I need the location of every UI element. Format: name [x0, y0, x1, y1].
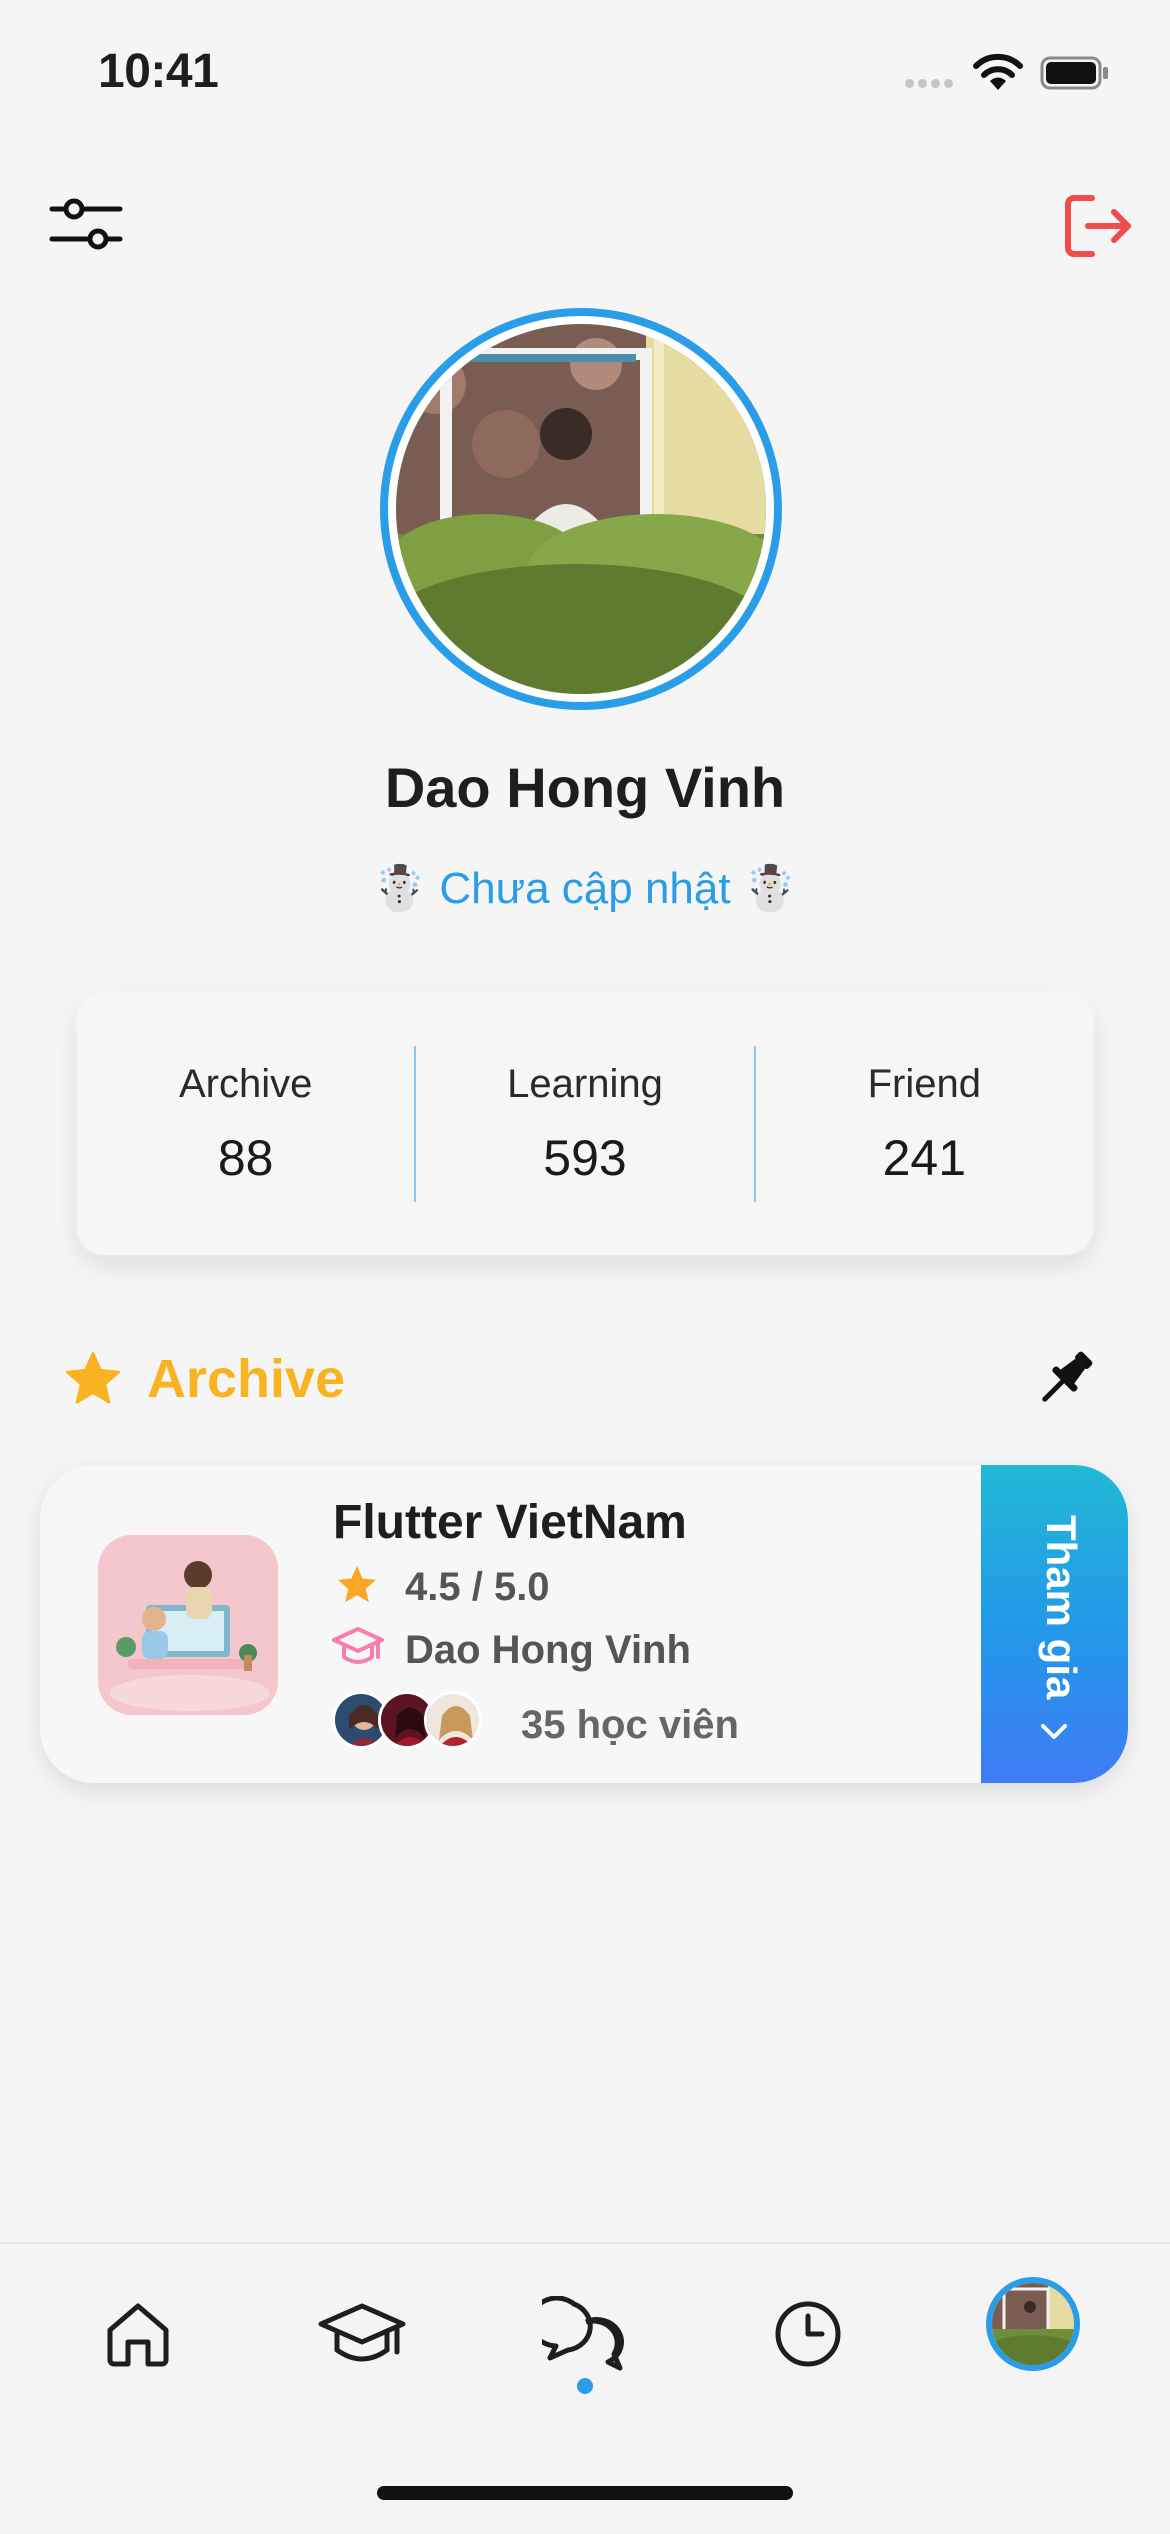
join-label: Tham gia	[1038, 1515, 1085, 1700]
course-title: Flutter VietNam	[333, 1496, 687, 1549]
nav-profile-avatar[interactable]	[986, 2277, 1080, 2371]
stat-friend[interactable]: Friend 241	[756, 993, 1093, 1255]
clock-icon	[775, 2301, 841, 2367]
graduation-cap-icon	[332, 1627, 384, 1664]
chat-bubbles-icon	[542, 2296, 624, 2371]
active-indicator	[577, 2378, 593, 2394]
home-indicator	[377, 2486, 793, 2500]
stat-value: 241	[882, 1129, 967, 1186]
home-icon	[107, 2303, 169, 2367]
course-thumbnail	[98, 1535, 278, 1715]
wifi-icon	[973, 53, 1023, 90]
chevron-down-icon	[1041, 1724, 1067, 1739]
stat-value: 88	[217, 1129, 274, 1186]
nav-courses[interactable]	[312, 2284, 412, 2384]
profile-avatar[interactable]	[380, 308, 782, 710]
course-card[interactable]: Flutter VietNam 4.5 / 5.0 Dao Hong Vinh …	[40, 1465, 1128, 1783]
battery-icon	[1040, 56, 1108, 90]
stat-archive[interactable]: Archive 88	[77, 993, 414, 1255]
logout-icon[interactable]	[1062, 190, 1134, 262]
stats-card: Archive 88 Learning 593 Friend 241	[77, 993, 1093, 1255]
star-icon	[65, 1351, 121, 1404]
pin-icon[interactable]	[1030, 1342, 1102, 1414]
stat-label: Learning	[507, 1061, 663, 1106]
stat-value: 593	[543, 1129, 627, 1186]
graduation-cap-icon	[318, 2303, 406, 2362]
status-time: 10:41	[98, 45, 219, 98]
profile-status[interactable]: ☃️ Chưa cập nhật ☃️	[0, 862, 1170, 914]
join-button[interactable]: Tham gia	[981, 1465, 1128, 1783]
course-teacher: Dao Hong Vinh	[405, 1628, 691, 1672]
star-icon	[337, 1565, 377, 1603]
section-title: Archive	[147, 1349, 346, 1409]
nav-history[interactable]	[758, 2284, 858, 2384]
stat-label: Friend	[867, 1061, 982, 1106]
filter-settings-icon[interactable]	[48, 195, 124, 253]
course-rating: 4.5 / 5.0	[405, 1565, 550, 1609]
profile-name: Dao Hong Vinh	[384, 756, 786, 819]
student-avatar	[424, 1691, 482, 1749]
nav-chat[interactable]	[535, 2284, 635, 2384]
course-students-count: 35 học viên	[521, 1703, 739, 1747]
stat-learning[interactable]: Learning 593	[416, 993, 753, 1255]
nav-home[interactable]	[88, 2284, 188, 2384]
cellular-signal-icon	[905, 75, 959, 88]
profile-photo	[396, 324, 766, 694]
stat-label: Archive	[178, 1061, 313, 1106]
